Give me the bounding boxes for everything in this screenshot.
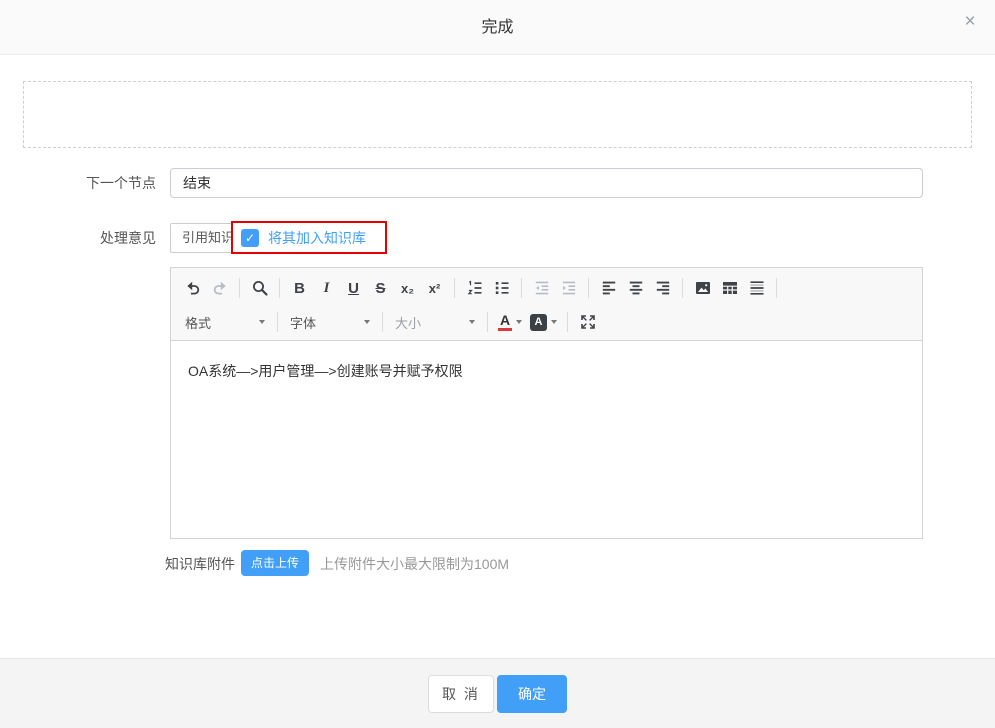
image-icon[interactable]	[689, 274, 716, 302]
line-height-icon[interactable]	[743, 274, 770, 302]
complete-dialog: 完成 × 下一个节点 处理意见 引用知识 ✓ 将其加入知识库 BIUSx₂x² …	[0, 0, 995, 728]
align-left-icon[interactable]	[595, 274, 622, 302]
toolbar-separator	[521, 278, 522, 298]
chevron-down-icon	[516, 320, 522, 324]
format-dropdown[interactable]: 格式	[179, 309, 271, 335]
table-icon[interactable]	[716, 274, 743, 302]
dialog-header: 完成 ×	[0, 0, 995, 55]
editor-content[interactable]: OA系统—>用户管理—>创建账号并赋予权限	[171, 341, 922, 538]
toolbar-separator	[682, 278, 683, 298]
empty-placeholder-box	[23, 81, 972, 148]
chevron-down-icon	[469, 320, 475, 324]
confirm-button[interactable]: 确定	[497, 675, 567, 713]
add-to-knowledge-base-label[interactable]: 将其加入知识库	[268, 228, 366, 248]
underline-icon[interactable]: U	[340, 274, 367, 302]
outdent-icon	[528, 274, 555, 302]
strikethrough-icon[interactable]: S	[367, 274, 394, 302]
editor-toolbar: BIUSx₂x² 格式字体大小 AA	[171, 268, 922, 341]
align-right-icon[interactable]	[649, 274, 676, 302]
align-center-icon[interactable]	[622, 274, 649, 302]
background-color-button[interactable]: A	[526, 308, 561, 336]
chevron-down-icon	[364, 320, 370, 324]
opinion-label: 处理意见	[0, 223, 156, 253]
next-node-input[interactable]	[170, 168, 923, 198]
italic-icon[interactable]: I	[313, 274, 340, 302]
toolbar-separator	[382, 312, 383, 332]
toolbar-separator	[239, 278, 240, 298]
ordered-list-icon[interactable]	[461, 274, 488, 302]
rich-text-editor: BIUSx₂x² 格式字体大小 AA OA系统—>用户管理—>创建账号并赋予权限	[170, 267, 923, 539]
find-icon[interactable]	[246, 274, 273, 302]
highlight-annotation-box: ✓ 将其加入知识库	[231, 221, 387, 254]
chevron-down-icon	[551, 320, 557, 324]
undo-icon[interactable]	[179, 274, 206, 302]
toolbar-separator	[279, 278, 280, 298]
toolbar-separator	[454, 278, 455, 298]
toolbar-separator	[277, 312, 278, 332]
toolbar-separator	[588, 278, 589, 298]
bold-icon[interactable]: B	[286, 274, 313, 302]
toolbar-separator	[776, 278, 777, 298]
size-dropdown[interactable]: 大小	[389, 309, 481, 335]
upload-size-hint: 上传附件大小最大限制为100M	[320, 551, 509, 577]
superscript-icon[interactable]: x²	[421, 274, 448, 302]
checkbox-checked-icon[interactable]: ✓	[241, 229, 259, 247]
toolbar-row-1: BIUSx₂x²	[179, 271, 914, 305]
toolbar-separator	[567, 312, 568, 332]
toolbar-separator	[487, 312, 488, 332]
subscript-icon[interactable]: x₂	[394, 274, 421, 302]
chevron-down-icon	[259, 320, 265, 324]
unordered-list-icon[interactable]	[488, 274, 515, 302]
text-color-button[interactable]: A	[494, 308, 526, 336]
redo-icon	[206, 274, 233, 302]
upload-button[interactable]: 点击上传	[241, 550, 309, 576]
dialog-footer: 取 消 确定	[0, 659, 995, 728]
toolbar-row-2: 格式字体大小 AA	[179, 305, 914, 339]
maximize-icon[interactable]	[574, 308, 601, 336]
cancel-button[interactable]: 取 消	[428, 675, 494, 713]
font-dropdown[interactable]: 字体	[284, 309, 376, 335]
dialog-title: 完成	[0, 0, 995, 55]
attachment-label: 知识库附件	[165, 551, 235, 577]
next-node-label: 下一个节点	[0, 168, 156, 198]
close-icon[interactable]: ×	[958, 10, 982, 34]
indent-icon	[555, 274, 582, 302]
